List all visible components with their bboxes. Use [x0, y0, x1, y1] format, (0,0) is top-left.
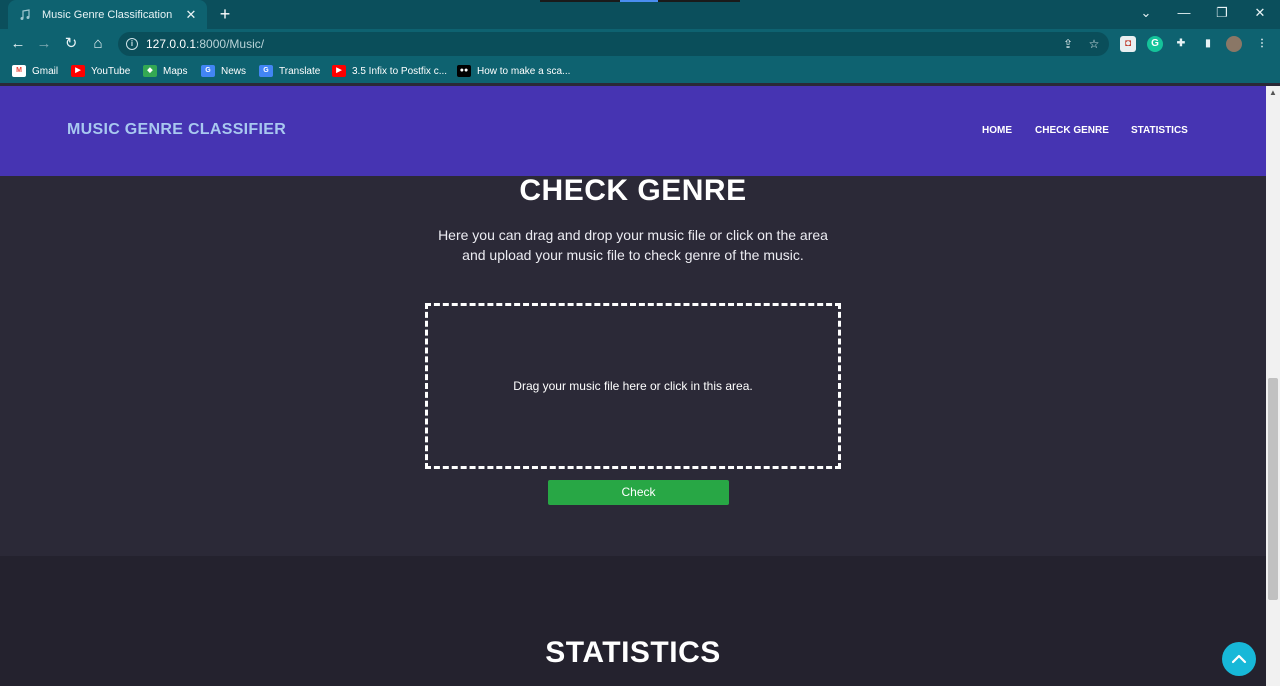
tab-close-icon[interactable]: ✕ [181, 7, 201, 23]
tab-search-icon[interactable]: ⌄ [1134, 4, 1158, 22]
youtube-icon: ▶ [332, 65, 346, 77]
grammarly-extension-icon[interactable]: G [1147, 36, 1163, 52]
check-genre-intro: Here you can drag and drop your music fi… [438, 227, 828, 263]
check-genre-title: CHECK GENRE [519, 174, 747, 207]
window-drag-indicator [540, 0, 740, 2]
translate-icon: G [259, 65, 273, 77]
extensions-puzzle-icon[interactable]: ✚ [1173, 36, 1189, 52]
site-brand[interactable]: MUSIC GENRE CLASSIFIER [67, 121, 286, 139]
nav-check-genre[interactable]: CHECK GENRE [1035, 125, 1109, 136]
page-viewport: MUSIC GENRE CLASSIFIER HOME CHECK GENRE … [0, 86, 1266, 686]
gmail-icon: M [12, 65, 26, 77]
browser-menu-icon[interactable]: ⋮ [1254, 36, 1270, 52]
nav-statistics[interactable]: STATISTICS [1131, 125, 1188, 136]
chevron-up-icon [1231, 654, 1247, 664]
medium-icon: ●● [457, 65, 471, 77]
new-tab-button[interactable]: + [214, 4, 236, 24]
dropzone-label: Drag your music file here or click in th… [513, 379, 753, 393]
bookmark-infix-postfix[interactable]: ▶ 3.5 Infix to Postfix c... [332, 62, 447, 80]
minimize-button[interactable]: — [1172, 4, 1196, 22]
scrollbar-thumb[interactable] [1268, 378, 1278, 600]
forward-arrow-icon[interactable]: → [34, 34, 54, 54]
close-window-button[interactable]: ✕ [1248, 4, 1272, 22]
pocket-extension-icon[interactable]: ◘ [1120, 36, 1136, 52]
back-arrow-icon[interactable]: ← [8, 34, 28, 54]
bookmark-youtube[interactable]: ▶ YouTube [71, 62, 130, 80]
reload-icon[interactable]: ↻ [61, 34, 81, 54]
statistics-title: STATISTICS [545, 636, 721, 669]
music-file-dropzone[interactable]: Drag your music file here or click in th… [425, 303, 841, 469]
bookmark-translate[interactable]: G Translate [259, 62, 320, 80]
url-text: 127.0.0.1:8000/Music/ [146, 37, 265, 51]
maps-icon: ◆ [143, 65, 157, 77]
nav-home[interactable]: HOME [982, 125, 1012, 136]
browser-toolbar: ← → ↻ ⌂ i 127.0.0.1:8000/Music/ ⇪ ☆ ◘ G … [0, 29, 1280, 59]
statistics-section: STATISTICS [0, 556, 1266, 686]
check-button[interactable]: Check [548, 480, 729, 505]
youtube-icon: ▶ [71, 65, 85, 77]
bookmarks-bar: M Gmail ▶ YouTube ◆ Maps G News G Transl… [0, 59, 1280, 83]
bookmark-gmail[interactable]: M Gmail [12, 62, 58, 80]
bookmark-news[interactable]: G News [201, 62, 246, 80]
address-bar[interactable]: i 127.0.0.1:8000/Music/ ⇪ ☆ [118, 32, 1109, 56]
bookmark-medium[interactable]: ●● How to make a sca... [457, 62, 570, 80]
bookmark-maps[interactable]: ◆ Maps [143, 62, 187, 80]
bookmark-star-icon[interactable]: ☆ [1086, 37, 1102, 51]
news-icon: G [201, 65, 215, 77]
browser-tab-bar: Music Genre Classification ✕ + ⌄ — ❐ ✕ [0, 0, 1280, 29]
profile-avatar[interactable] [1226, 36, 1242, 52]
share-icon[interactable]: ⇪ [1060, 37, 1076, 51]
scroll-up-arrow-icon[interactable]: ▲ [1266, 86, 1280, 100]
site-info-icon[interactable]: i [126, 38, 138, 50]
scroll-to-top-button[interactable] [1222, 642, 1256, 676]
side-panel-icon[interactable]: ▮ [1200, 36, 1216, 52]
music-favicon-icon [18, 8, 32, 22]
home-icon[interactable]: ⌂ [88, 34, 108, 54]
page-scrollbar[interactable]: ▲ [1266, 86, 1280, 686]
tab-title: Music Genre Classification [42, 8, 173, 21]
browser-tab[interactable]: Music Genre Classification ✕ [8, 0, 207, 29]
site-navbar: MUSIC GENRE CLASSIFIER HOME CHECK GENRE … [0, 86, 1266, 176]
restore-button[interactable]: ❐ [1210, 4, 1234, 22]
